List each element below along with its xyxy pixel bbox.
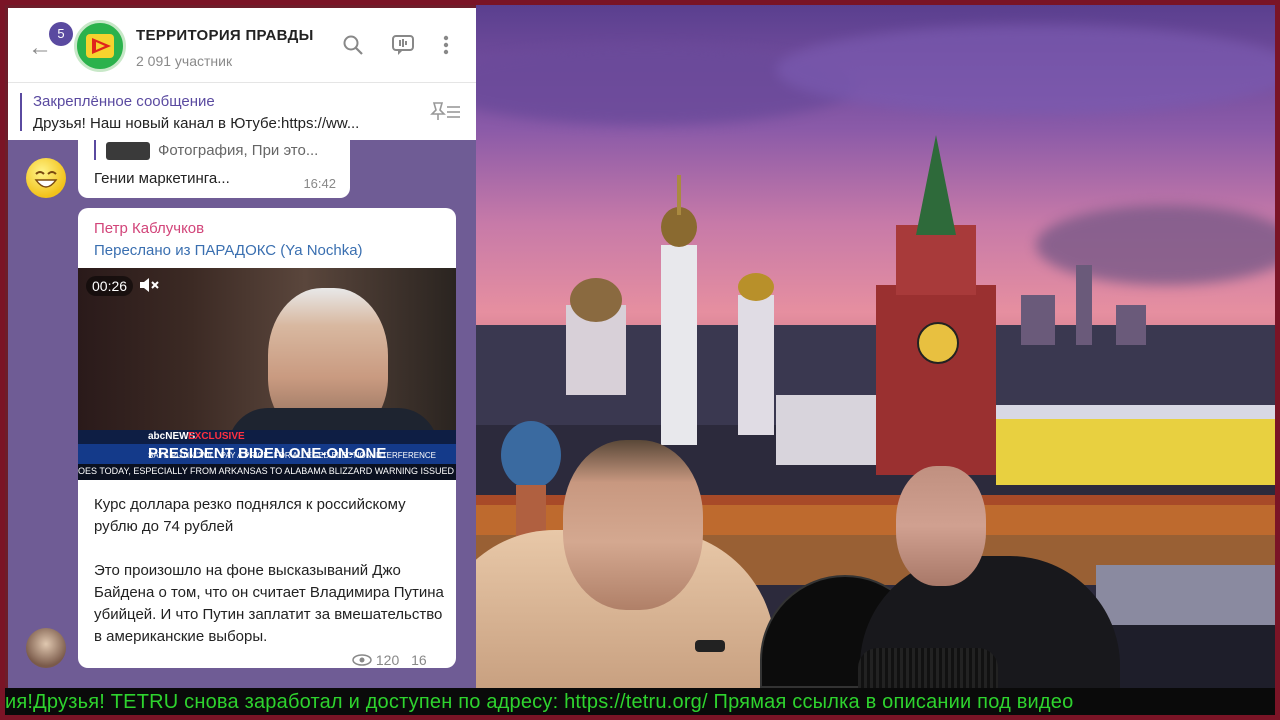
forwarded-from[interactable]: Переслано из ПАРАДОКС (Ya Nochka) <box>94 242 363 259</box>
message-bubble-previous[interactable]: Фотография, При это... Гении маркетинга.… <box>78 140 350 198</box>
message-paragraph-2: Это произошло на фоне высказываний Джо Б… <box>94 562 444 645</box>
channel-logo <box>78 24 122 68</box>
news-crawl-bar: SAYS PUTIN "WILL PAY A PRICE" FOR ALLEGE… <box>78 451 456 480</box>
message-bubble-forwarded[interactable]: Петр Каблучков Переслано из ПАРАДОКС (Ya… <box>78 208 456 668</box>
telegram-chat-panel: ← 5 ТЕРРИТОРИЯ ПРАВДЫ 2 091 участник Зак… <box>8 8 476 688</box>
eye-icon <box>352 654 372 666</box>
pinned-accent-bar <box>20 93 22 131</box>
chat-header: ← 5 ТЕРРИТОРИЯ ПРАВДЫ 2 091 участник <box>8 8 476 82</box>
news-exclusive-tag: EXCLUSIVE <box>188 431 245 442</box>
message-body: Курс доллара резко поднялся к российском… <box>94 494 444 648</box>
voice-chat-icon[interactable] <box>391 34 415 62</box>
reply-accent-bar <box>94 140 96 160</box>
pinned-text: Друзья! Наш новый канал в Ютубе:https://… <box>33 115 360 132</box>
back-arrow-icon[interactable]: ← <box>28 34 52 62</box>
video-attachment[interactable]: 00:26 abcNEWS EXCLUSIVE PRESIDENT BIDEN … <box>78 268 456 480</box>
news-ticker: ия!Друзья! TETRU снова заработал и досту… <box>5 688 1275 715</box>
news-subline: SAYS PUTIN "WILL PAY A PRICE" FOR ALLEGE… <box>148 451 436 460</box>
news-tag-bar: abcNEWS EXCLUSIVE <box>78 430 456 444</box>
video-duration: 00:26 <box>86 276 134 296</box>
reply-preview: Фотография, При это... <box>158 142 319 159</box>
sender-avatar-smiley[interactable] <box>26 158 66 198</box>
view-count-value: 120 <box>375 652 400 668</box>
message-time: 16:42 <box>303 176 336 191</box>
channel-avatar[interactable] <box>74 20 126 72</box>
message-text: Гении маркетинга... <box>94 170 230 187</box>
news-crawl: OES TODAY, ESPECIALLY FROM ARKANSAS TO A… <box>78 466 456 476</box>
microphone <box>858 648 998 688</box>
unpin-icon[interactable] <box>430 101 462 126</box>
ticker-text: ия!Друзья! TETRU снова заработал и досту… <box>5 691 1074 713</box>
reply-thumbnail <box>106 142 150 160</box>
channel-title[interactable]: ТЕРРИТОРИЯ ПРАВДЫ <box>136 27 314 44</box>
unread-badge: 5 <box>49 22 73 46</box>
message-time-partial: 16 <box>411 652 427 668</box>
search-icon[interactable] <box>342 34 364 62</box>
sender-avatar[interactable] <box>26 628 66 668</box>
more-vert-icon[interactable] <box>438 34 454 62</box>
pinned-title: Закреплённое сообщение <box>33 93 215 110</box>
sender-name[interactable]: Петр Каблучков <box>94 220 204 237</box>
mute-icon[interactable] <box>138 276 160 299</box>
member-count: 2 091 участник <box>136 53 233 69</box>
message-paragraph-1: Курс доллара резко поднялся к российском… <box>94 496 406 535</box>
view-count: 120 16 <box>352 652 427 668</box>
pinned-message[interactable]: Закреплённое сообщение Друзья! Наш новый… <box>8 82 476 140</box>
